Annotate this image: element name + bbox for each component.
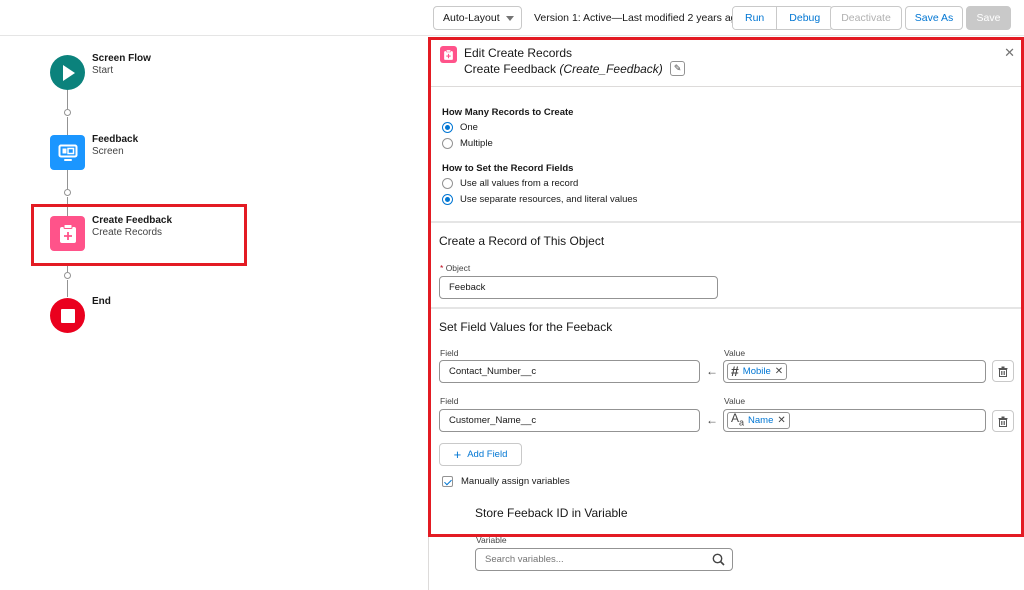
add-element-dot[interactable] (64, 189, 71, 196)
save-as-button[interactable]: Save As (905, 6, 963, 30)
play-icon (62, 64, 75, 81)
run-debug-group: Run Debug (732, 6, 834, 30)
add-element-dot[interactable] (64, 272, 71, 279)
connector-line (67, 117, 68, 135)
screen-node-subtitle: Screen (92, 146, 124, 157)
end-node-title: End (92, 296, 111, 307)
selected-node-highlight (31, 204, 247, 266)
debug-button[interactable]: Debug (776, 7, 833, 29)
search-icon (712, 553, 725, 566)
run-button[interactable]: Run (733, 7, 777, 29)
top-toolbar: Auto-Layout Version 1: Active—Last modif… (0, 0, 1024, 36)
start-node[interactable] (50, 55, 85, 90)
version-status: Version 1: Active—Last modified 2 years … (534, 12, 743, 24)
stop-icon (60, 308, 75, 323)
screen-node-title: Feedback (92, 134, 139, 145)
layout-select[interactable]: Auto-Layout (433, 6, 522, 30)
flow-canvas: Screen Flow Start Feedback Screen Create… (0, 37, 428, 590)
variable-search-input[interactable]: Search variables... (475, 548, 733, 571)
connector-line (67, 90, 68, 109)
layout-select-value: Auto-Layout (443, 12, 500, 24)
connector-line (67, 280, 68, 297)
screen-icon (58, 144, 77, 161)
end-node[interactable] (50, 298, 85, 333)
chevron-down-icon (506, 16, 514, 21)
add-element-dot[interactable] (64, 109, 71, 116)
start-node-title: Screen Flow (92, 53, 151, 64)
screen-node[interactable] (50, 135, 85, 170)
connector-line (67, 170, 68, 189)
start-node-subtitle: Start (92, 65, 114, 76)
save-button[interactable]: Save (966, 6, 1011, 30)
deactivate-button[interactable]: Deactivate (830, 6, 902, 30)
variable-search-placeholder: Search variables... (485, 554, 564, 565)
panel-highlight (428, 37, 1024, 537)
